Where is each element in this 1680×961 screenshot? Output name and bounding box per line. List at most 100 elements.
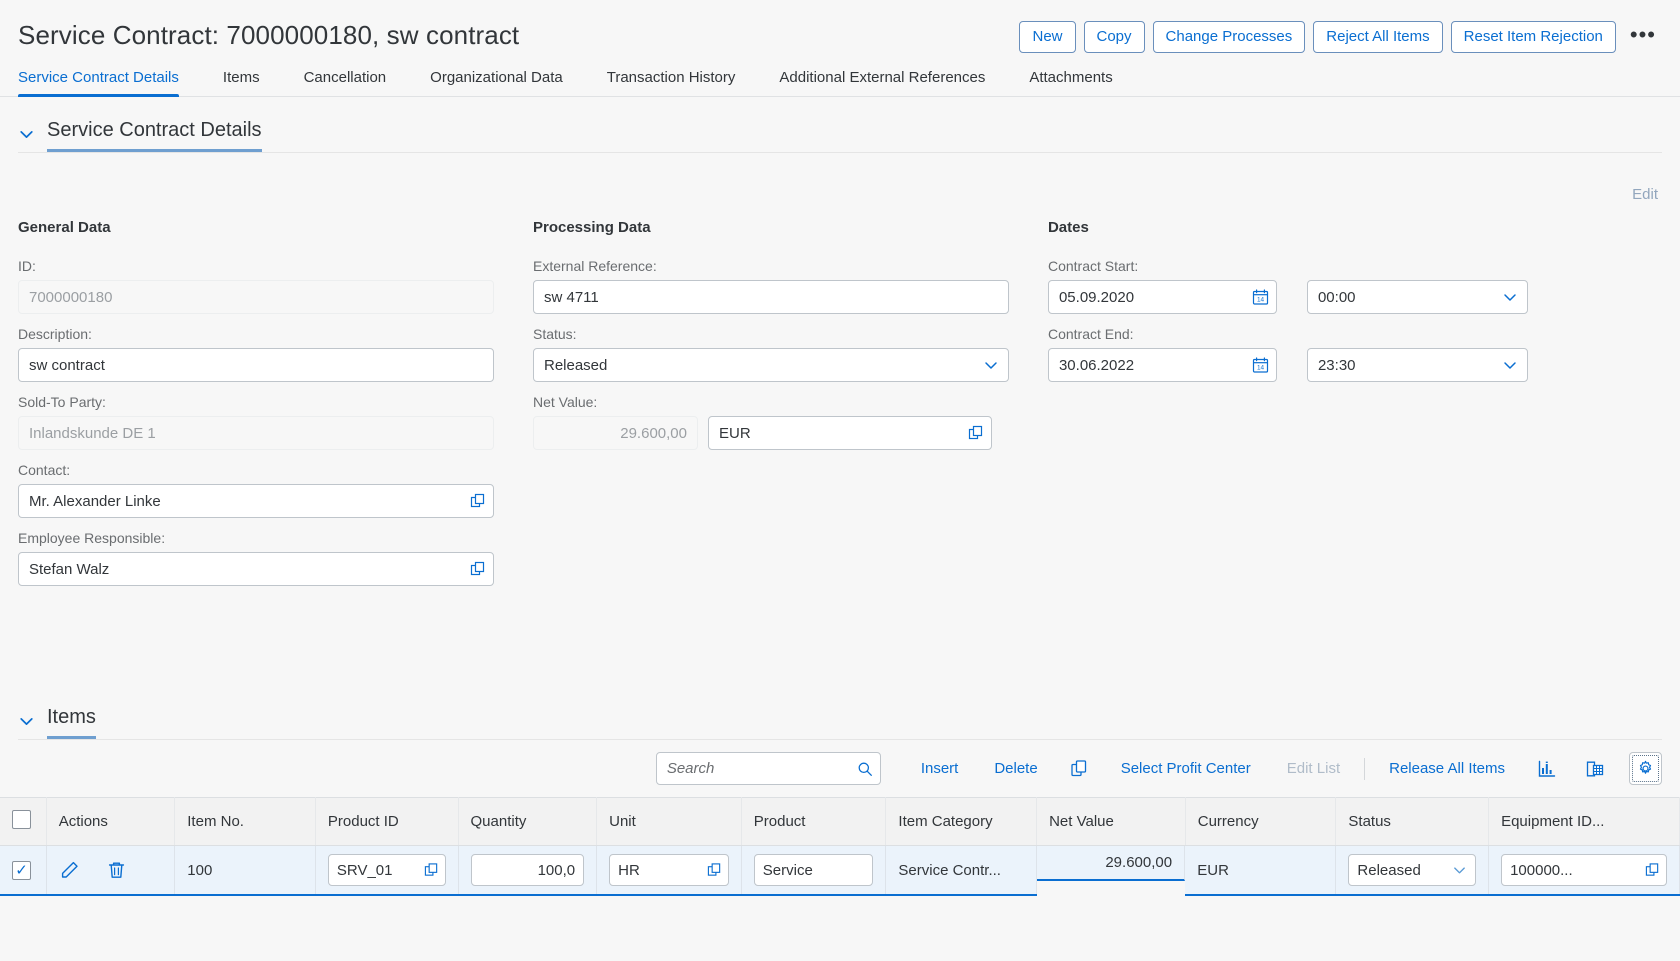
- equipment-id-input[interactable]: [1501, 854, 1667, 886]
- select-all-checkbox[interactable]: [12, 810, 31, 829]
- table-header-row: Actions Item No. Product ID Quantity Uni…: [0, 797, 1680, 846]
- column-header-actions[interactable]: Actions: [46, 797, 176, 846]
- new-button[interactable]: New: [1019, 21, 1076, 53]
- svg-text:14: 14: [1257, 297, 1265, 304]
- search-box: [655, 752, 881, 785]
- bar-chart-icon[interactable]: [1523, 759, 1571, 779]
- select-profit-center-button[interactable]: Select Profit Center: [1103, 760, 1269, 777]
- column-header-status[interactable]: Status: [1335, 797, 1490, 846]
- quantity-input[interactable]: [470, 854, 585, 886]
- cell-product-id: [315, 845, 459, 896]
- reset-item-rejection-button[interactable]: Reset Item Rejection: [1450, 21, 1616, 53]
- field-id: ID:: [18, 258, 533, 314]
- reject-all-items-button[interactable]: Reject All Items: [1313, 21, 1443, 53]
- edit-icon[interactable]: [59, 860, 80, 881]
- field-contact: Contact:: [18, 462, 533, 518]
- status-select[interactable]: [532, 348, 1009, 382]
- insert-button[interactable]: Insert: [903, 760, 977, 777]
- contact-input[interactable]: [18, 484, 494, 518]
- employee-responsible-input[interactable]: [18, 552, 494, 586]
- product-input[interactable]: [753, 854, 874, 886]
- service-contract-page: Service Contract: 7000000180, sw contrac…: [0, 0, 1680, 961]
- column-header-quantity[interactable]: Quantity: [458, 797, 598, 846]
- tab-service-contract-details[interactable]: Service Contract Details: [18, 69, 201, 97]
- chevron-down-icon[interactable]: [18, 126, 35, 146]
- delete-button[interactable]: Delete: [976, 760, 1055, 777]
- processing-data-group: Processing Data External Reference: Stat…: [532, 219, 1048, 598]
- edit-list-button: Edit List: [1286, 760, 1341, 777]
- value-help-icon[interactable]: [707, 863, 722, 878]
- currency-input[interactable]: [707, 416, 992, 450]
- tab-transaction-history[interactable]: Transaction History: [607, 69, 758, 96]
- status-select[interactable]: [1348, 854, 1477, 886]
- tab-items[interactable]: Items: [223, 69, 282, 96]
- field-contract-start: Contract Start: 14: [1047, 258, 1662, 314]
- tab-organizational-data[interactable]: Organizational Data: [430, 69, 585, 96]
- svg-text:14: 14: [1257, 365, 1265, 372]
- chevron-down-icon[interactable]: [18, 713, 35, 733]
- field-sold-to-party: Sold-To Party:: [18, 394, 533, 450]
- search-input[interactable]: [655, 752, 881, 785]
- field-net-value: Net Value:: [532, 394, 1048, 450]
- tab-cancellation[interactable]: Cancellation: [304, 69, 409, 96]
- general-data-title: General Data: [18, 219, 111, 236]
- table-row[interactable]: 100: [0, 845, 1680, 896]
- items-section: Items Insert Delete Select Profit Center…: [0, 684, 1680, 896]
- description-input[interactable]: [18, 348, 494, 382]
- service-contract-details-section-header: Service Contract Details: [0, 97, 1680, 152]
- net-value-input: [532, 416, 698, 450]
- release-all-items-button[interactable]: Release All Items: [1371, 760, 1523, 777]
- external-reference-label: External Reference:: [532, 258, 657, 274]
- value-help-icon[interactable]: [424, 863, 439, 878]
- value-help-icon[interactable]: [470, 561, 486, 577]
- cell-status: [1335, 845, 1490, 896]
- gear-icon[interactable]: [1629, 752, 1662, 785]
- net-value-label: Net Value:: [532, 394, 598, 410]
- toolbar-separator: [1364, 757, 1366, 780]
- column-header-net-value[interactable]: Net Value: [1036, 797, 1186, 846]
- contract-end-time-select[interactable]: [1306, 348, 1528, 382]
- cell-item-no: 100: [174, 845, 316, 896]
- column-header-unit[interactable]: Unit: [596, 797, 742, 846]
- calendar-icon[interactable]: 14: [1252, 357, 1269, 374]
- row-select-cell: [0, 845, 47, 896]
- tab-additional-external-references[interactable]: Additional External References: [779, 69, 1007, 96]
- value-help-icon[interactable]: [470, 493, 486, 509]
- spreadsheet-export-icon[interactable]: [1571, 759, 1619, 779]
- cell-currency: EUR: [1185, 845, 1337, 896]
- calendar-icon[interactable]: 14: [1252, 289, 1269, 306]
- tab-attachments[interactable]: Attachments: [1029, 69, 1134, 96]
- dates-group: Dates Contract Start: 14: [1047, 219, 1662, 598]
- field-external-reference: External Reference:: [532, 258, 1048, 314]
- column-header-item-category[interactable]: Item Category: [885, 797, 1038, 846]
- search-icon[interactable]: [857, 761, 873, 777]
- column-header-product-id[interactable]: Product ID: [315, 797, 459, 846]
- contract-start-time-select[interactable]: [1306, 280, 1528, 314]
- external-reference-input[interactable]: [532, 280, 1009, 314]
- cell-net-value: 29.600,00: [1037, 846, 1186, 881]
- copy-icon[interactable]: [1056, 759, 1103, 778]
- column-header-equipment-id[interactable]: Equipment ID...: [1488, 797, 1680, 846]
- column-header-currency[interactable]: Currency: [1185, 797, 1337, 846]
- contract-end-input[interactable]: [1047, 348, 1277, 382]
- change-processes-button[interactable]: Change Processes: [1152, 21, 1306, 53]
- items-table-toolbar: Insert Delete Select Profit Center Edit …: [0, 740, 1680, 797]
- column-header-product[interactable]: Product: [741, 797, 887, 846]
- edit-link[interactable]: Edit: [1632, 186, 1658, 203]
- value-help-icon[interactable]: [968, 425, 984, 441]
- copy-button[interactable]: Copy: [1083, 21, 1145, 53]
- column-header-item-no[interactable]: Item No.: [174, 797, 316, 846]
- section-title-details: Service Contract Details: [47, 119, 262, 152]
- overflow-menu-icon[interactable]: •••: [1624, 21, 1662, 53]
- cell-item-category: Service Contr...: [885, 845, 1038, 896]
- general-data-group: General Data ID: Description: Sold-To Pa…: [18, 219, 533, 598]
- sold-to-party-input: [18, 416, 494, 450]
- contract-start-input[interactable]: [1047, 280, 1277, 314]
- cell-product: [741, 845, 887, 896]
- delete-icon[interactable]: [106, 860, 127, 881]
- value-help-icon[interactable]: [1645, 863, 1660, 878]
- cell-unit: [596, 845, 742, 896]
- row-checkbox[interactable]: [12, 860, 31, 880]
- tab-bar: Service Contract Details Items Cancellat…: [0, 53, 1680, 97]
- header-action-bar: New Copy Change Processes Reject All Ite…: [1019, 18, 1662, 53]
